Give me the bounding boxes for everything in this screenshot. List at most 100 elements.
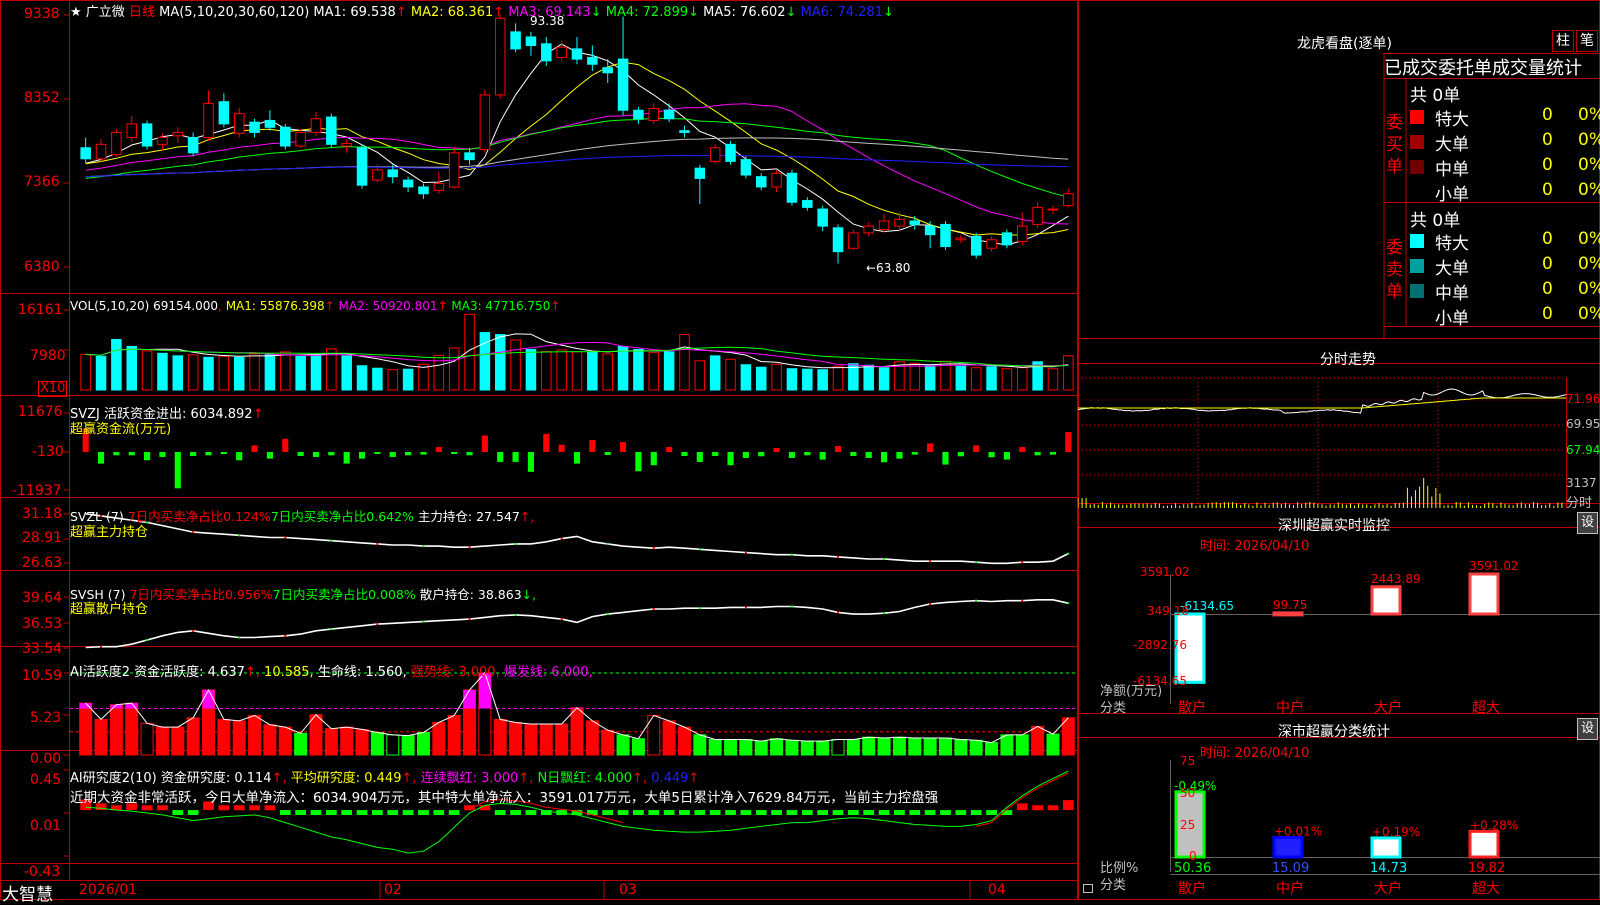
volume-bar	[1018, 368, 1028, 390]
candle-body	[664, 110, 674, 119]
activity-bar	[417, 733, 429, 755]
fund-flow-bar	[1035, 452, 1041, 455]
fund-flow-bar	[927, 443, 933, 452]
fund-flow-bar	[390, 452, 396, 457]
fund-flow-bar	[681, 452, 687, 456]
volume-bar	[511, 340, 521, 390]
main-force-line-dot	[238, 534, 240, 536]
research-bar	[710, 810, 721, 815]
volume-bar	[710, 356, 720, 390]
candle-body	[803, 201, 813, 208]
main-force-line-dot	[284, 536, 286, 538]
tick-mode-button[interactable]: 笔	[1576, 30, 1598, 52]
candle-body	[296, 132, 306, 146]
volume-bar	[756, 367, 766, 390]
fund-flow-bar	[942, 452, 948, 465]
monitor-title: 深圳超赢实时监控	[1278, 515, 1390, 535]
price-tick-3: 7366	[24, 174, 60, 190]
candle-body	[680, 131, 690, 133]
fund-flow-bar	[881, 452, 887, 462]
activity-bar	[725, 740, 737, 755]
volume-bar	[250, 354, 260, 390]
candle-body	[542, 44, 552, 61]
candle-body	[112, 132, 122, 154]
candle-body	[925, 226, 935, 235]
vol-ma2: MA2: 50920.801	[339, 299, 438, 313]
candle-body	[787, 173, 797, 202]
monitor-category-label: 超大	[1472, 700, 1500, 716]
classify-bar-超大	[1470, 831, 1498, 857]
volume-bar	[910, 363, 920, 390]
fund-flow-bar	[482, 435, 488, 452]
candle-body	[250, 122, 260, 132]
research-bar	[372, 810, 383, 815]
price-ma4-line	[86, 118, 1069, 197]
fund-flow-bar	[589, 440, 595, 452]
activity-bar	[970, 740, 982, 755]
fund-flow-bar	[497, 452, 503, 462]
volume-bar	[726, 359, 736, 390]
activity-bar	[448, 716, 460, 755]
fund-flow-bar	[712, 452, 718, 456]
activity-bar	[755, 741, 767, 755]
fund-flow-bar	[1004, 452, 1010, 460]
candle-body	[188, 138, 198, 153]
intraday-vol-tick: 3137	[1566, 476, 1597, 490]
volume-bar	[112, 340, 122, 390]
main-chart-area[interactable]	[0, 0, 1078, 900]
star-icon[interactable]: ★	[70, 5, 82, 20]
classify-value-label: 19.82	[1468, 861, 1505, 876]
classify-tick-1: 75	[1180, 754, 1195, 768]
activity-bar	[433, 722, 445, 755]
fund-flow-bar	[159, 452, 165, 457]
period-label[interactable]: 日线	[129, 5, 155, 20]
activity-bar	[786, 740, 798, 755]
candle-body	[204, 103, 214, 137]
retail-line-dot	[146, 639, 148, 641]
fund-flow-bar	[1065, 432, 1071, 452]
activity-bar	[832, 740, 844, 755]
fund-flow-bar	[1050, 452, 1056, 455]
volume-bar	[833, 366, 843, 390]
candle-body	[956, 238, 966, 240]
vol-ma3: MA3: 47716.750	[451, 299, 550, 313]
research-bar	[387, 810, 398, 815]
research-bar	[741, 810, 752, 815]
volume-bar	[741, 365, 751, 390]
classify-category-label: 超大	[1472, 881, 1500, 897]
activity-bar	[817, 741, 829, 755]
fund-flow-bar	[804, 452, 810, 455]
main-force-line-dot	[883, 558, 885, 560]
candle-body	[265, 120, 275, 127]
buy-orders-label: 委买单	[1386, 112, 1404, 178]
classify-settings-button[interactable]: 设	[1577, 718, 1598, 740]
bar-mode-button[interactable]: 柱	[1552, 30, 1574, 52]
activity-bar	[218, 719, 230, 755]
volume-bar	[1048, 369, 1058, 390]
classify-category-label: 散户	[1178, 880, 1206, 897]
activity-bar	[863, 737, 875, 755]
activity-bar	[1032, 726, 1044, 755]
vol-value: 69154.000	[153, 299, 218, 313]
candle-body	[818, 209, 828, 226]
fund-flow-bar	[973, 445, 979, 452]
research-tick-1: 0.45	[30, 772, 61, 788]
research-bar	[833, 810, 844, 815]
dragon-tiger-title: 龙虎看盘(逐单)	[1297, 33, 1392, 53]
low-price-label: ←63.80	[866, 261, 910, 275]
monitor-value-label: 2443.89	[1371, 572, 1421, 586]
sell-large-swatch	[1410, 259, 1424, 273]
candle-body	[311, 119, 321, 133]
svzj-tick-1: 11676	[18, 404, 63, 420]
candle-body	[726, 144, 736, 161]
volume-bar	[188, 355, 198, 390]
research-bar	[234, 805, 245, 810]
research-bar	[265, 805, 276, 810]
svzj-tick-2: -130	[32, 444, 64, 460]
main-force-line-dot	[975, 561, 977, 563]
monitor-settings-button[interactable]: 设	[1577, 512, 1598, 534]
fund-flow-bar	[144, 452, 150, 460]
fund-flow-bar	[221, 452, 227, 454]
volume-bar	[557, 350, 567, 390]
classify-tick-3: 25	[1180, 818, 1195, 832]
